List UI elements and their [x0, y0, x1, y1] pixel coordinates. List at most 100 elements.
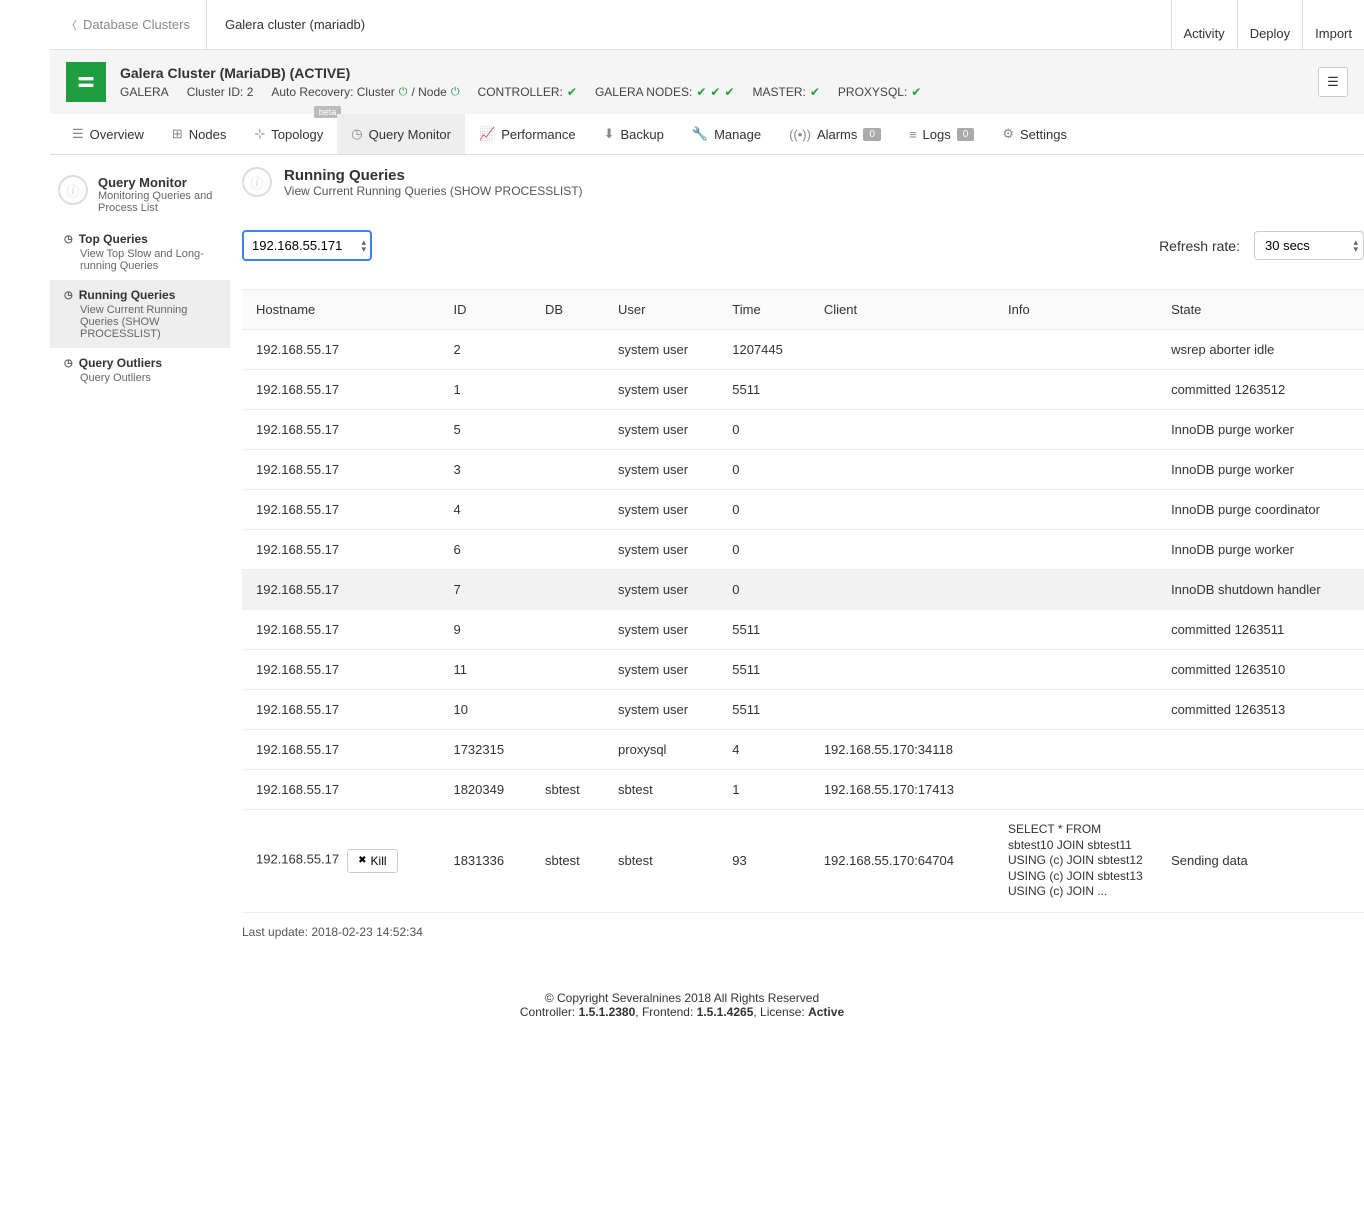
- tab-performance[interactable]: 📈Performance: [465, 114, 590, 154]
- auto-recovery: Auto Recovery: Cluster ⏻ / Node ⏻: [271, 85, 459, 99]
- nodes-icon: ⊞: [172, 126, 183, 142]
- cell-time: 0: [718, 530, 810, 570]
- cell-info: [994, 730, 1157, 770]
- menu-icon: ☰: [1327, 74, 1339, 90]
- cell-info: [994, 650, 1157, 690]
- clock-icon: ◷: [64, 358, 73, 369]
- version-info: Controller: 1.5.1.2380, Frontend: 1.5.1.…: [0, 1005, 1364, 1019]
- cell-hostname: 192.168.55.17: [242, 450, 439, 490]
- tab-label: Nodes: [189, 127, 227, 142]
- column-header[interactable]: Info: [994, 290, 1157, 330]
- tab-label: Topology: [271, 127, 323, 142]
- cell-info: [994, 570, 1157, 610]
- cell-user: system user: [604, 370, 718, 410]
- cell-id: 2: [439, 330, 531, 370]
- cell-hostname: 192.168.55.17: [242, 570, 439, 610]
- logs-count: 0: [957, 128, 975, 141]
- breadcrumb-current: Galera cluster (mariadb): [207, 0, 383, 49]
- tab-backup[interactable]: ⬇Backup: [590, 114, 678, 154]
- cell-hostname: 192.168.55.17: [242, 370, 439, 410]
- info-icon: ⓘ: [58, 175, 88, 205]
- breadcrumb-back-label: Database Clusters: [83, 17, 190, 32]
- gear-icon: ⚙: [1002, 126, 1014, 142]
- cell-time: 5511: [718, 370, 810, 410]
- top-breadcrumb-bar: 〈 Database Clusters Galera cluster (mari…: [50, 0, 1364, 50]
- table-row: 192.168.55.17✖ Kill1831336sbtestsbtest93…: [242, 810, 1364, 913]
- cell-user: system user: [604, 610, 718, 650]
- tab-overview[interactable]: ☰Overview: [58, 114, 158, 154]
- cell-time: 0: [718, 570, 810, 610]
- tab-alarms[interactable]: ((•))Alarms0: [775, 115, 895, 154]
- tab-topology[interactable]: ⊹Topologybeta: [240, 114, 337, 154]
- refresh-rate-select[interactable]: 30 secs: [1254, 231, 1364, 260]
- column-header[interactable]: State: [1157, 290, 1364, 330]
- table-row: 192.168.55.171system user5511committed 1…: [242, 370, 1364, 410]
- cell-db: sbtest: [531, 770, 604, 810]
- column-header[interactable]: Hostname: [242, 290, 439, 330]
- table-row: 192.168.55.175system user0InnoDB purge w…: [242, 410, 1364, 450]
- column-header[interactable]: Time: [718, 290, 810, 330]
- cell-client: [810, 530, 994, 570]
- host-select[interactable]: 192.168.55.171: [242, 230, 372, 261]
- cell-id: 1820349: [439, 770, 531, 810]
- cell-hostname: 192.168.55.17: [242, 690, 439, 730]
- cell-client: [810, 610, 994, 650]
- cell-hostname: 192.168.55.17: [242, 770, 439, 810]
- main-tabs: ☰Overview ⊞ Nodes ⊹Topologybeta ◷Query Mo…: [50, 114, 1364, 155]
- column-header[interactable]: ID: [439, 290, 531, 330]
- activity-button[interactable]: Activity: [1171, 0, 1237, 49]
- tab-label: Backup: [621, 127, 664, 142]
- cell-state: [1157, 730, 1364, 770]
- table-row: 192.168.55.174system user0InnoDB purge c…: [242, 490, 1364, 530]
- cell-info: [994, 450, 1157, 490]
- cell-id: 3: [439, 450, 531, 490]
- cell-time: 4: [718, 730, 810, 770]
- tab-manage[interactable]: 🔧Manage: [678, 114, 775, 154]
- tab-query-monitor[interactable]: ◷Query Monitor: [337, 114, 465, 154]
- deploy-button[interactable]: Deploy: [1237, 0, 1302, 49]
- sidebar-item-sub: Query Outliers: [64, 372, 222, 384]
- column-header[interactable]: Client: [810, 290, 994, 330]
- table-row: 192.168.55.1711system user5511committed …: [242, 650, 1364, 690]
- check-icon: ✔: [724, 85, 734, 99]
- cell-hostname: 192.168.55.17: [242, 490, 439, 530]
- cell-info: [994, 370, 1157, 410]
- kill-button[interactable]: ✖ Kill: [347, 849, 397, 873]
- tab-label: Logs: [923, 127, 951, 142]
- tab-logs[interactable]: ≡Logs0: [895, 115, 988, 154]
- import-button[interactable]: Import: [1302, 0, 1364, 49]
- cell-time: 0: [718, 450, 810, 490]
- cluster-menu-button[interactable]: ☰: [1318, 67, 1348, 97]
- sidebar-item-query-outliers[interactable]: ◷ Query Outliers Query Outliers: [50, 348, 230, 392]
- cluster-meta: GALERA Cluster ID: 2 Auto Recovery: Clus…: [120, 85, 1318, 99]
- tab-nodes[interactable]: ⊞ Nodes: [158, 114, 240, 154]
- check-icon: ✔: [911, 85, 921, 99]
- tab-settings[interactable]: ⚙Settings: [988, 114, 1081, 154]
- table-row: 192.168.55.176system user0InnoDB purge w…: [242, 530, 1364, 570]
- controller-status: CONTROLLER: ✔: [478, 85, 577, 99]
- cell-id: 6: [439, 530, 531, 570]
- last-update: Last update: 2018-02-23 14:52:34: [242, 913, 1364, 951]
- cell-info: [994, 610, 1157, 650]
- column-header[interactable]: User: [604, 290, 718, 330]
- cell-info: [994, 330, 1157, 370]
- cell-db: [531, 650, 604, 690]
- sidebar-item-top-queries[interactable]: ◷Top Queries View Top Slow and Long-runn…: [50, 224, 230, 280]
- cell-db: [531, 490, 604, 530]
- cell-time: 93: [718, 810, 810, 913]
- cell-time: 5511: [718, 650, 810, 690]
- tab-label: Query Monitor: [369, 127, 451, 142]
- breadcrumb-back[interactable]: 〈 Database Clusters: [50, 0, 207, 49]
- sidebar-item-running-queries[interactable]: ◷Running Queries View Current Running Qu…: [50, 280, 230, 348]
- sidebar-item-label: Query Outliers: [79, 356, 162, 370]
- cell-time: 5511: [718, 690, 810, 730]
- cell-user: proxysql: [604, 730, 718, 770]
- cell-info: [994, 490, 1157, 530]
- copyright: © Copyright Severalnines 2018 All Rights…: [0, 991, 1364, 1005]
- database-icon: [76, 72, 96, 92]
- sidebar-title: Query Monitor: [98, 175, 222, 190]
- cell-time: 0: [718, 410, 810, 450]
- column-header[interactable]: DB: [531, 290, 604, 330]
- check-icon: ✔: [567, 85, 577, 99]
- table-row: 192.168.55.173system user0InnoDB purge w…: [242, 450, 1364, 490]
